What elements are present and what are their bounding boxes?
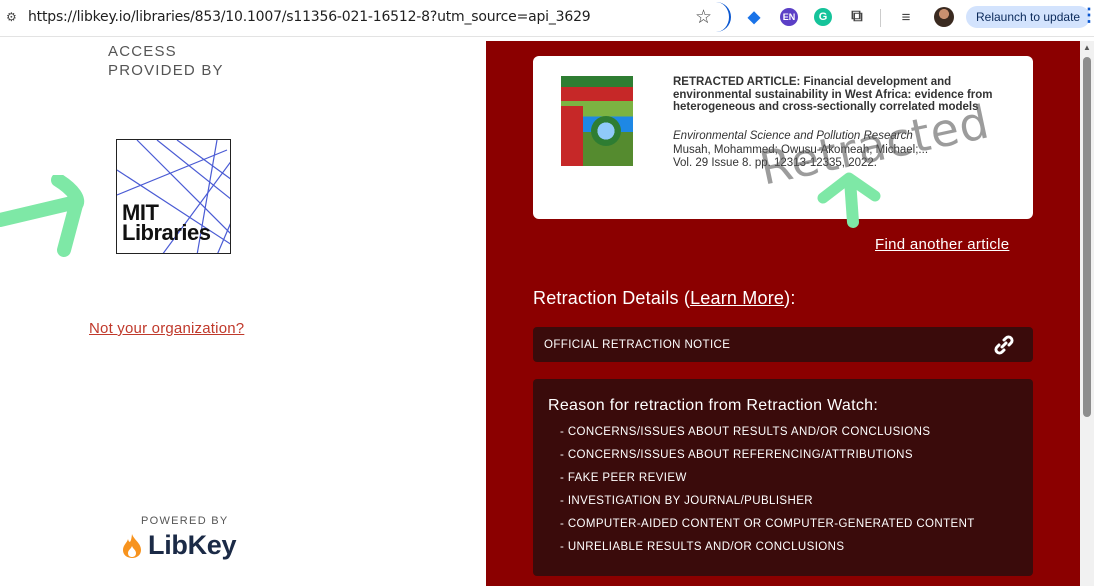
- star-icon[interactable]: ☆: [695, 6, 712, 29]
- libkey-wordmark: LibKey: [148, 530, 237, 560]
- reason-item: - UNRELIABLE RESULTS AND/OR CONCLUSIONS: [560, 541, 845, 553]
- reason-item: - CONCERNS/ISSUES ABOUT REFERENCING/ATTR…: [560, 449, 913, 461]
- reason-item: - COMPUTER-AIDED CONTENT OR COMPUTER-GEN…: [560, 518, 975, 530]
- cover-globe: [591, 116, 621, 146]
- omnibox-edge: [715, 2, 731, 32]
- reason-item: - FAKE PEER REVIEW: [560, 472, 687, 484]
- retraction-details-heading: Retraction Details (Learn More):: [533, 288, 796, 309]
- access-label-line2: PROVIDED BY: [108, 62, 224, 79]
- puzzle-icon[interactable]: ⧉: [848, 8, 866, 26]
- flame-icon: [123, 533, 141, 558]
- official-retraction-notice-row[interactable]: OFFICIAL RETRACTION NOTICE: [533, 327, 1033, 362]
- article-card[interactable]: RETRACTED ARTICLE: Financial development…: [533, 56, 1033, 219]
- journal-cover-image: [561, 76, 633, 166]
- mit-libraries-logo: MIT Libraries: [116, 139, 231, 254]
- site-info-icon[interactable]: ⚙: [6, 10, 17, 24]
- reason-item: - CONCERNS/ISSUES ABOUT RESULTS AND/OR C…: [560, 426, 931, 438]
- profile-avatar[interactable]: [934, 7, 954, 27]
- reason-item: - INVESTIGATION BY JOURNAL/PUBLISHER: [560, 495, 813, 507]
- language-extension-icon[interactable]: EN: [780, 8, 798, 26]
- access-label-line1: ACCESS: [108, 43, 177, 60]
- vertical-scrollbar[interactable]: ▲: [1080, 41, 1094, 586]
- menu-icon[interactable]: ⋮: [1080, 5, 1094, 26]
- toolbar-divider: [880, 9, 881, 27]
- scroll-up-icon[interactable]: ▲: [1083, 43, 1091, 52]
- retraction-heading-suffix: ):: [784, 288, 796, 308]
- cover-stripe: [561, 106, 583, 166]
- reason-heading: Reason for retraction from Retraction Wa…: [548, 397, 879, 414]
- find-another-article-link[interactable]: Find another article: [875, 236, 1009, 253]
- mit-logo-text: MIT Libraries: [122, 202, 211, 245]
- retraction-heading-prefix: Retraction Details (: [533, 288, 691, 308]
- retraction-notice-label: OFFICIAL RETRACTION NOTICE: [544, 339, 731, 351]
- reading-list-icon[interactable]: ≡: [897, 8, 915, 26]
- grammarly-extension-icon[interactable]: G: [814, 8, 832, 26]
- libkey-logo: LibKey: [120, 530, 237, 561]
- not-your-organization-link[interactable]: Not your organization?: [89, 320, 244, 337]
- retraction-reasons-box: Reason for retraction from Retraction Wa…: [533, 379, 1033, 576]
- access-provided-label: ACCESS PROVIDED BY: [108, 42, 224, 80]
- reason-list: - CONCERNS/ISSUES ABOUT RESULTS AND/OR C…: [560, 425, 975, 563]
- annotation-arrow-up-icon: [817, 172, 881, 228]
- address-bar[interactable]: https://libkey.io/libraries/853/10.1007/…: [28, 9, 591, 25]
- link-icon[interactable]: [993, 334, 1015, 356]
- mit-logo-line2: Libraries: [122, 220, 211, 245]
- powered-by-label: POWERED BY: [141, 515, 229, 527]
- relaunch-button[interactable]: Relaunch to update: [966, 6, 1091, 28]
- browser-toolbar: ⚙ https://libkey.io/libraries/853/10.100…: [0, 0, 1094, 37]
- learn-more-link[interactable]: Learn More: [690, 288, 784, 308]
- scrollbar-thumb[interactable]: [1083, 57, 1091, 417]
- annotation-arrow-right-icon: [0, 175, 85, 257]
- graduation-cap-icon[interactable]: ◆: [745, 8, 763, 26]
